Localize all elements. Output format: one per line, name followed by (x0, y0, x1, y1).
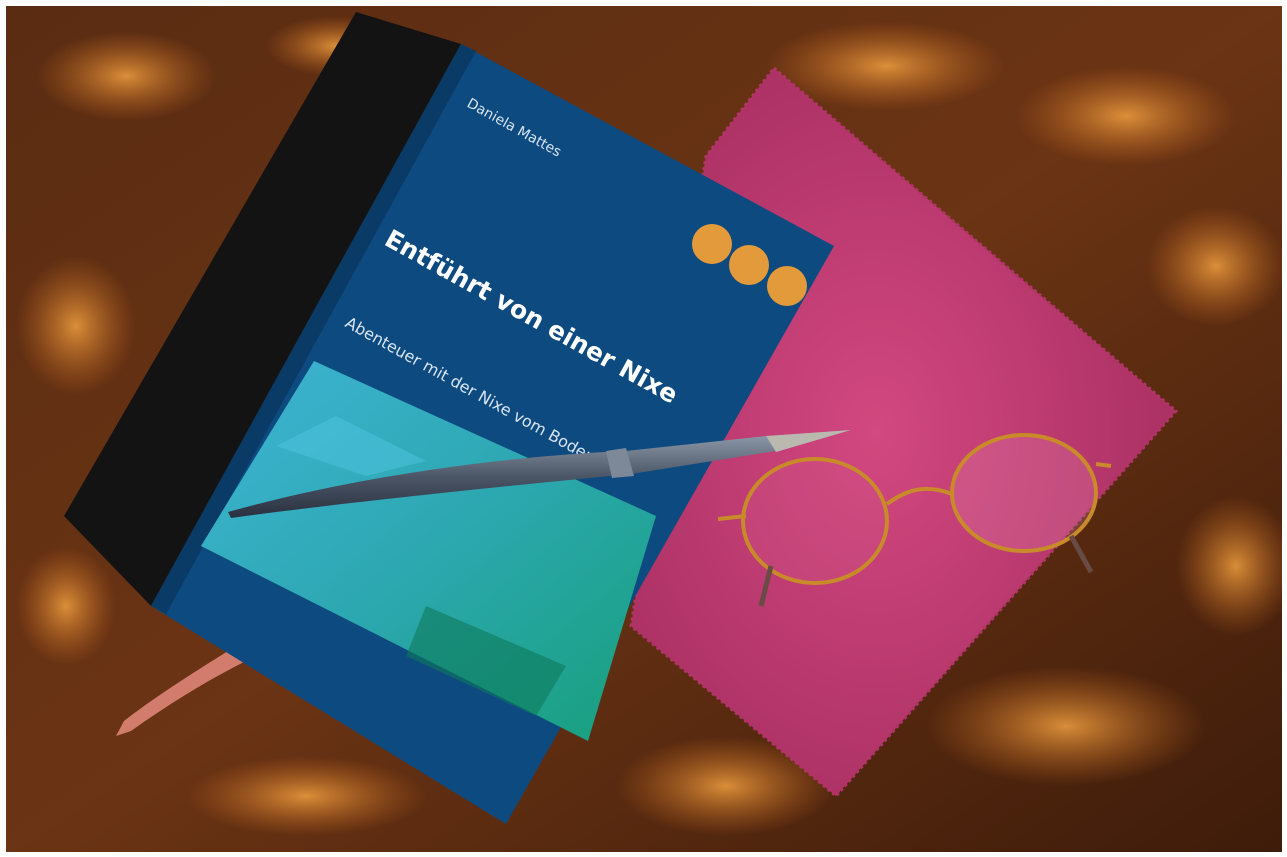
photo: Daniela Mattes Entführt von einer Nixe A… (6, 6, 1282, 852)
photo-scene: Daniela Mattes Entführt von einer Nixe A… (6, 6, 1282, 852)
badge-dot-icon (767, 266, 807, 306)
badge-dot-icon (692, 224, 732, 264)
badge-dot-icon (729, 245, 769, 285)
